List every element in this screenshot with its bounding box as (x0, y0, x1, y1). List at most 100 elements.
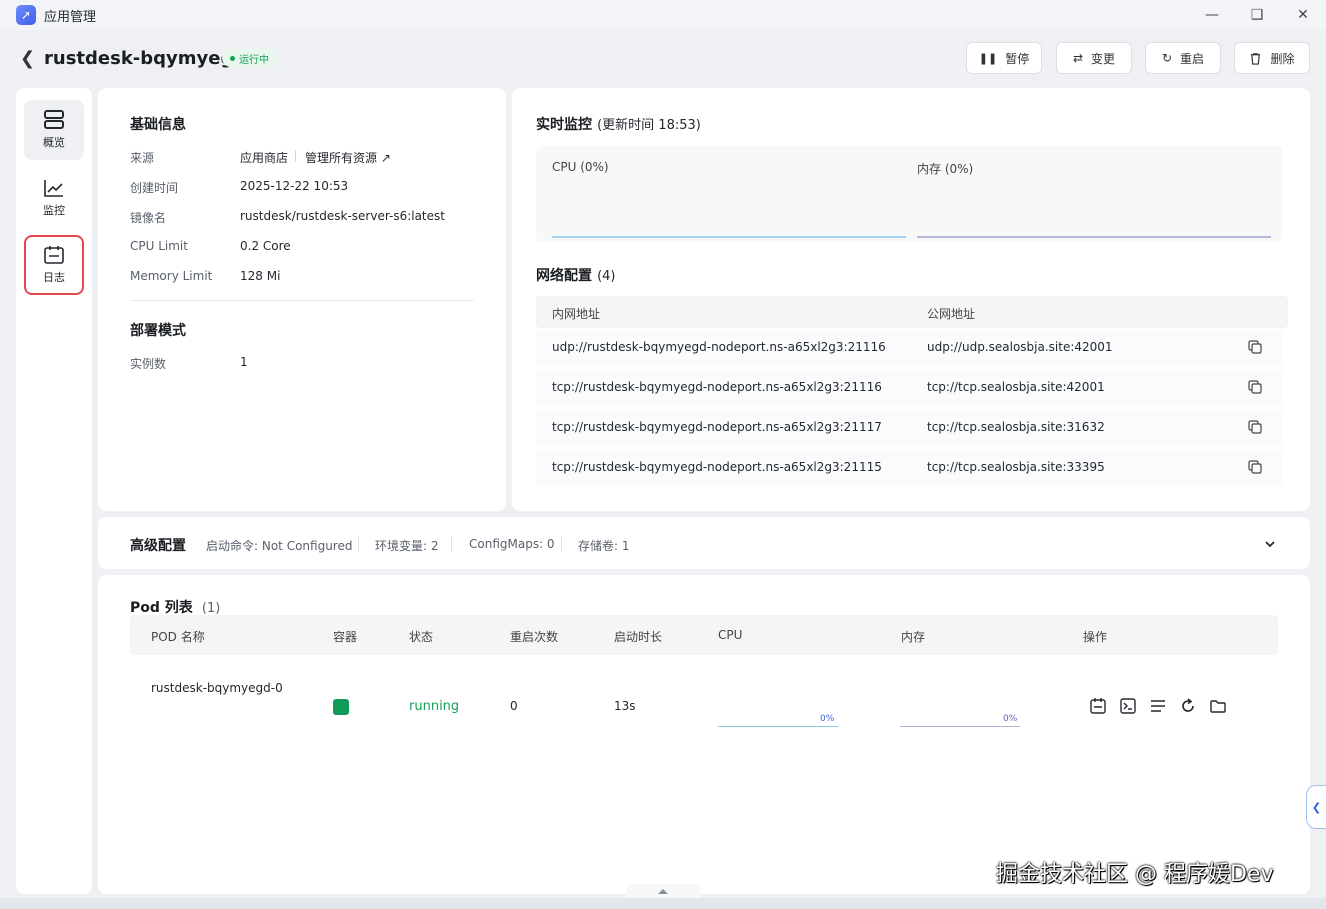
configmaps: ConfigMaps: 0 (469, 537, 555, 551)
pod-restarts: 0 (510, 699, 518, 713)
copy-icon[interactable] (1248, 420, 1262, 434)
external-link-icon: ↗ (380, 151, 391, 165)
change-button[interactable]: ⇄ 变更 (1056, 42, 1132, 74)
network-header: 网络配置 (4) (536, 265, 616, 285)
bottom-expand-handle[interactable] (626, 884, 700, 898)
pod-list-card: Pod 列表 (1) POD 名称 容器 状态 重启次数 启动时长 CPU 内存… (98, 575, 1310, 894)
manage-resources-link[interactable]: 管理所有资源 ↗ (305, 149, 391, 166)
close-button[interactable]: ✕ (1289, 4, 1317, 26)
table-row: udp://rustdesk-bqymyegd-nodeport.ns-a65x… (536, 330, 1282, 366)
delete-button[interactable]: 删除 (1234, 42, 1310, 74)
divider (295, 150, 296, 162)
instances-value: 1 (240, 355, 248, 369)
title-bar: ➚ 应用管理 — ❑ ✕ (0, 0, 1326, 30)
image-label: 镜像名 (130, 211, 167, 225)
pod-uptime: 13s (614, 699, 636, 713)
realtime-monitor-title: 实时监控 (536, 117, 592, 133)
basic-info-card: 基础信息 来源 应用商店 管理所有资源 ↗ 创建时间 2025-12-22 10… (98, 88, 506, 511)
memory-monitor-label: 内存 (0%) (917, 162, 974, 176)
copy-icon[interactable] (1248, 340, 1262, 354)
pod-count: (1) (201, 601, 221, 616)
monitor-charts: CPU (0%) 内存 (0%) (536, 146, 1282, 242)
cpu-limit-value: 0.2 Core (240, 239, 291, 253)
memory-sparkline (917, 236, 1271, 238)
source-label: 来源 (130, 151, 155, 165)
pause-button[interactable]: ❚❚ 暂停 (966, 42, 1042, 74)
divider (451, 537, 452, 551)
expand-panel-tab[interactable]: ❮ (1306, 785, 1326, 829)
deploy-mode-title: 部署模式 (130, 323, 186, 339)
network-title: 网络配置 (536, 268, 592, 284)
internal-address: udp://rustdesk-bqymyegd-nodeport.ns-a65x… (552, 340, 886, 354)
back-arrow-icon[interactable]: ❮ (20, 48, 35, 69)
window-title: 应用管理 (44, 10, 97, 25)
instances-label: 实例数 (130, 357, 167, 371)
manage-resources-label: 管理所有资源 (305, 151, 378, 165)
pod-name: rustdesk-bqymyegd-0 (151, 681, 283, 695)
public-address[interactable]: tcp://tcp.sealosbja.site:42001 (927, 380, 1105, 394)
container-status-icon[interactable] (333, 699, 349, 715)
public-address[interactable]: tcp://tcp.sealosbja.site:31632 (927, 420, 1105, 434)
sidebar-item-overview[interactable]: 概览 (24, 100, 84, 160)
chart-line-icon (44, 180, 63, 197)
table-row: tcp://rustdesk-bqymyegd-nodeport.ns-a65x… (536, 370, 1282, 406)
folder-icon[interactable] (1209, 697, 1227, 715)
cpu-sparkline (552, 236, 906, 238)
sidebar: 概览 监控 日志 (16, 88, 92, 894)
copy-icon[interactable] (1248, 460, 1262, 474)
network-table-header: 内网地址 公网地址 (536, 296, 1288, 328)
col-cpu: CPU (718, 628, 743, 642)
col-uptime: 启动时长 (614, 630, 663, 644)
terminal-icon[interactable] (1119, 697, 1137, 715)
sidebar-item-label: 日志 (43, 271, 65, 284)
divider (561, 537, 562, 551)
realtime-monitor-header: 实时监控 (更新时间 18:53) (536, 114, 701, 134)
calendar-log-icon (44, 246, 64, 264)
pause-icon: ❚❚ (978, 51, 998, 65)
env-vars: 环境变量: 2 (375, 539, 439, 553)
restart-label: 重启 (1180, 51, 1205, 66)
public-address[interactable]: udp://udp.sealosbja.site:42001 (927, 340, 1113, 354)
rocket-icon: ➚ (16, 5, 36, 25)
pod-memory-sparkline (900, 726, 1020, 727)
sidebar-item-logs[interactable]: 日志 (24, 235, 84, 295)
advanced-config-title: 高级配置 (130, 538, 186, 554)
startup-command: 启动命令: Not Configured (206, 539, 353, 553)
swap-icon: ⇄ (1072, 51, 1084, 65)
pod-cpu-value: 0% (820, 714, 835, 724)
cpu-monitor-label: CPU (0%) (552, 160, 609, 174)
minimize-button[interactable]: — (1198, 4, 1226, 26)
pod-memory-value: 0% (1003, 714, 1018, 724)
restart-pod-icon[interactable] (1179, 697, 1197, 715)
col-status: 状态 (409, 630, 434, 644)
created-label: 创建时间 (130, 181, 179, 195)
bottom-bar (0, 898, 1326, 909)
pod-status: running (409, 699, 460, 714)
basic-info-title: 基础信息 (130, 117, 186, 133)
chevron-left-icon: ❮ (1311, 800, 1322, 814)
details-list-icon[interactable] (1149, 697, 1167, 715)
copy-icon[interactable] (1248, 380, 1262, 394)
cpu-limit-label: CPU Limit (130, 239, 188, 253)
chevron-down-icon[interactable] (1264, 539, 1276, 549)
app-name: rustdesk-bqymyegd (44, 48, 247, 69)
advanced-config-bar[interactable]: 高级配置 启动命令: Not Configured 环境变量: 2 Config… (98, 517, 1310, 569)
status-badge: 运行中 (222, 49, 277, 67)
col-public: 公网地址 (927, 307, 976, 321)
table-row: tcp://rustdesk-bqymyegd-nodeport.ns-a65x… (536, 450, 1282, 486)
pod-list-title: Pod 列表 (130, 600, 193, 616)
watermark: 掘金技术社区 @ 程序媛Dev (996, 862, 1274, 887)
sidebar-item-monitor[interactable]: 监控 (24, 168, 84, 228)
internal-address: tcp://rustdesk-bqymyegd-nodeport.ns-a65x… (552, 420, 882, 434)
sidebar-item-label: 监控 (43, 204, 65, 217)
col-pod-name: POD 名称 (151, 630, 205, 644)
maximize-button[interactable]: ❑ (1243, 4, 1271, 26)
col-memory: 内存 (901, 630, 926, 644)
logs-icon[interactable] (1089, 697, 1107, 715)
table-row: tcp://rustdesk-bqymyegd-nodeport.ns-a65x… (536, 410, 1282, 446)
change-label: 变更 (1091, 51, 1116, 66)
public-address[interactable]: tcp://tcp.sealosbja.site:33395 (927, 460, 1105, 474)
restart-button[interactable]: ↻ 重启 (1145, 42, 1221, 74)
created-value: 2025-12-22 10:53 (240, 179, 349, 193)
divider (130, 300, 474, 301)
